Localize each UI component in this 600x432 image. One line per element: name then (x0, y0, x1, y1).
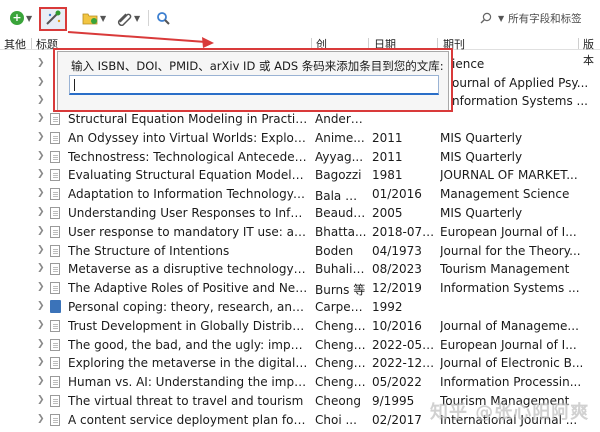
annotation-arrow (67, 31, 214, 48)
